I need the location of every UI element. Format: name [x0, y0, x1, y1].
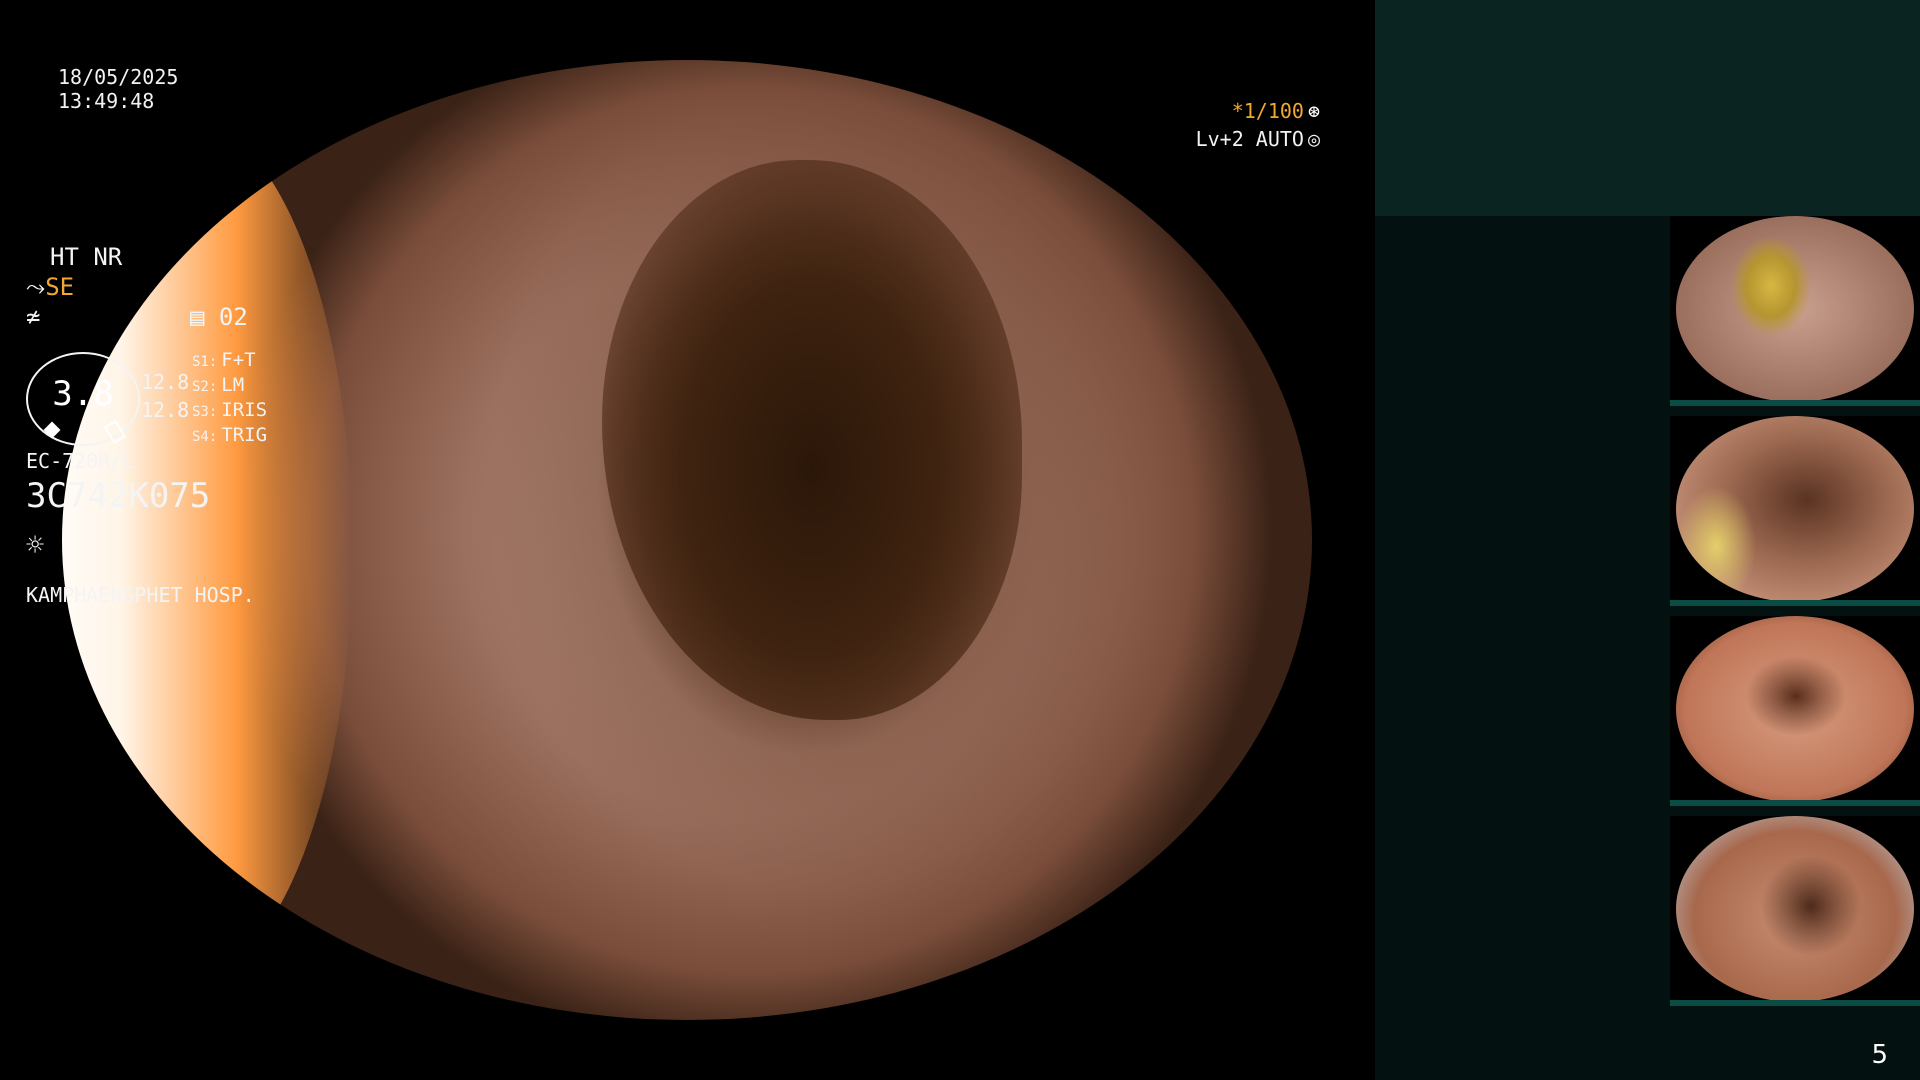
captured-thumbnail[interactable] [1670, 416, 1920, 606]
channel-readout: ▤ 02 [190, 303, 248, 331]
thumbnail-image [1676, 216, 1914, 402]
thumbnail-bar [1670, 800, 1920, 806]
captured-thumbnail[interactable] [1670, 816, 1920, 1006]
time-readout: 13:49:48 [58, 89, 155, 113]
scope-serial: 3C742K075 [26, 476, 211, 516]
panel-header [1375, 0, 1920, 216]
thumbnail-image [1676, 816, 1914, 1002]
gauge-value-b: 12.8 [141, 398, 190, 422]
switch-1: S1: F+T [192, 349, 256, 371]
gauge-value-a: 12.8 [141, 370, 190, 394]
structure-enhancement-icon: ⤳ [26, 273, 46, 301]
page-number: 5 [1871, 1040, 1888, 1070]
shutter-icon: ⊛ [1307, 99, 1320, 123]
zoom-gauge: 3.8 [26, 352, 140, 446]
scope-model: EC-720R/L [26, 449, 135, 473]
level-value: Lv+2 AUTO [1195, 127, 1304, 151]
thumbnail-image [1676, 416, 1914, 602]
exposure-level-readout: Lv+2 AUTO ◎ [1196, 126, 1320, 152]
endoscopic-image [62, 60, 1312, 1020]
endoscope-main-view: 18/05/2025 13:49:48 *1/100 ⊛ Lv+2 AUTO ◎ [0, 0, 1372, 1080]
captured-thumbnail[interactable] [1670, 216, 1920, 406]
thumbnail-bar [1670, 1000, 1920, 1006]
structure-enhancement: ⤳SE [26, 273, 74, 301]
thumbnail-bar [1670, 600, 1920, 606]
noise-reduction-mode: HT NR [50, 243, 123, 271]
gauge-value: 3.8 [52, 374, 114, 414]
thumbnail-image [1676, 616, 1914, 802]
thumbnail-bar [1670, 400, 1920, 406]
se-label: SE [45, 273, 75, 301]
light-source-icon: ☼ [26, 528, 45, 563]
switch-3: S3: IRIS [192, 399, 268, 421]
shutter-value: *1/100 [1231, 99, 1304, 123]
switch-4: S4: TRIG [192, 424, 268, 446]
date-readout: 18/05/2025 [58, 65, 179, 89]
captured-thumbnail[interactable] [1670, 616, 1920, 806]
shutter-readout: *1/100 ⊛ [1232, 98, 1320, 124]
auto-exposure-icon: ◎ [1307, 127, 1320, 151]
filter-icon: ≄ [26, 303, 41, 331]
switch-2: S2: LM [192, 374, 245, 396]
hospital-name: KAMPHAENGPHET HOSP. [26, 583, 255, 607]
